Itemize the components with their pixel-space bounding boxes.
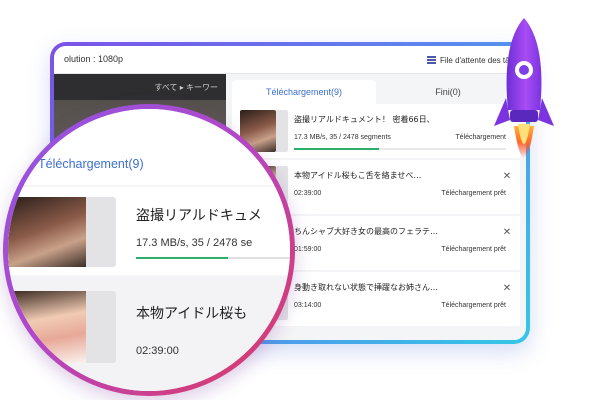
video-duration: 01:59:00 xyxy=(294,246,322,253)
magnified-progress-bar xyxy=(136,257,290,259)
video-title: 本物アイドル桜もこ舌を絡ませべ… xyxy=(294,171,422,180)
progress-bar xyxy=(294,148,506,150)
browser-toolbar: すべて ▸ キーワー xyxy=(54,74,226,100)
browser-search-label[interactable]: すべて ▸ キーワー xyxy=(154,82,218,93)
video-duration: 03:14:00 xyxy=(294,302,322,309)
magnified-download-row: 本物アイドル桜も 02:39:00 xyxy=(8,277,290,391)
magnified-video-title: 盗撮リアルドキュメ xyxy=(136,208,262,224)
list-icon xyxy=(426,56,436,64)
magnified-progress-fill xyxy=(136,257,229,259)
magnifier-lens: Téléchargement(9) 盗撮リアルドキュメ 17.3 MB/s, 3… xyxy=(3,104,295,396)
download-speed: 17.3 MB/s, 35 / 2478 segments xyxy=(294,134,391,141)
magnified-download-speed: 17.3 MB/s, 35 / 2478 se xyxy=(136,237,253,249)
close-icon[interactable]: ✕ xyxy=(502,228,512,238)
download-status: Téléchargement prêt xyxy=(441,246,506,253)
magnified-video-duration: 02:39:00 xyxy=(136,345,179,357)
magnified-thumbnail xyxy=(8,291,86,363)
video-title: ちんシャブ大好き女の最高のフェラテ… xyxy=(294,227,438,236)
title-bar: olution : 1080p File d'attente des tâch xyxy=(54,46,526,74)
download-tabs: Téléchargement(9) Fini(0) xyxy=(232,80,520,104)
magnified-tab-label: Téléchargement(9) xyxy=(38,157,144,171)
magnified-thumbnail-placeholder xyxy=(86,197,116,267)
magnified-download-row: 盗撮リアルドキュメ 17.3 MB/s, 35 / 2478 se xyxy=(8,187,290,275)
magnified-header: Téléchargement(9) xyxy=(8,109,290,185)
progress-fill xyxy=(294,148,379,150)
video-title: 盗撮リアルドキュメント！ 密着66日、 xyxy=(294,115,435,124)
video-duration: 02:39:00 xyxy=(294,190,322,197)
close-icon[interactable]: ✕ xyxy=(502,284,512,294)
magnified-thumbnail xyxy=(8,197,86,267)
tab-downloading[interactable]: Téléchargement(9) xyxy=(232,80,376,104)
magnified-thumbnail-placeholder xyxy=(86,291,116,363)
magnifier-content: Téléchargement(9) 盗撮リアルドキュメ 17.3 MB/s, 3… xyxy=(8,109,290,391)
download-status: Téléchargement prêt xyxy=(441,302,506,309)
magnified-video-title: 本物アイドル桜も xyxy=(136,306,248,322)
rocket-icon xyxy=(494,18,554,158)
download-status: Téléchargement prêt xyxy=(441,190,506,197)
resolution-label: olution : 1080p xyxy=(64,54,124,64)
video-title: 身動き取れない状態で挿躍なお姉さん… xyxy=(294,283,438,292)
